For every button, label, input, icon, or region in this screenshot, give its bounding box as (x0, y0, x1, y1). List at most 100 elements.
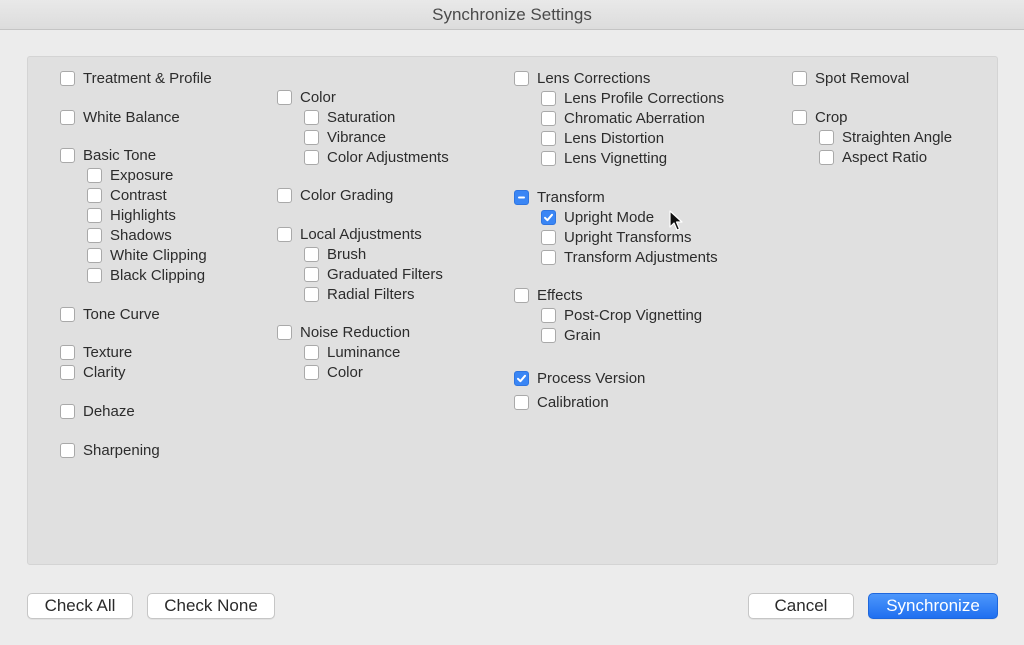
checkmark-icon (517, 374, 526, 382)
checkbox-box[interactable] (277, 89, 292, 105)
checkbox-box[interactable] (304, 286, 319, 302)
arrow-cursor-icon (669, 210, 683, 231)
checkbox-post-crop-vignetting[interactable]: Post-Crop Vignetting (541, 305, 702, 325)
checkbox-box[interactable] (514, 287, 529, 303)
checkbox-straighten-angle[interactable]: Straighten Angle (819, 127, 952, 147)
checkbox-contrast[interactable]: Contrast (87, 185, 167, 205)
checkbox-box[interactable] (541, 150, 556, 166)
checkbox-box[interactable] (819, 149, 834, 165)
checkbox-box[interactable] (277, 187, 292, 203)
checkbox-box[interactable] (87, 227, 102, 243)
checkbox-clarity[interactable]: Clarity (60, 362, 126, 382)
checkbox-box[interactable] (514, 370, 529, 386)
checkbox-box[interactable] (277, 324, 292, 340)
checkbox-box[interactable] (541, 327, 556, 343)
checkbox-box[interactable] (60, 70, 75, 86)
checkbox-black-clipping[interactable]: Black Clipping (87, 265, 205, 285)
checkbox-tone-curve[interactable]: Tone Curve (60, 304, 160, 324)
checkbox-spot-removal[interactable]: Spot Removal (792, 68, 909, 88)
checkbox-process-version[interactable]: Process Version (514, 368, 645, 388)
checkbox-label: Lens Profile Corrections (564, 89, 725, 107)
checkbox-label: Exposure (110, 166, 174, 184)
checkbox-box[interactable] (514, 70, 529, 86)
checkbox-box[interactable] (792, 70, 807, 86)
checkbox-box[interactable] (514, 394, 529, 410)
checkbox-lens-vignetting[interactable]: Lens Vignetting (541, 148, 667, 168)
checkbox-box[interactable] (60, 403, 75, 419)
checkbox-color-grading[interactable]: Color Grading (277, 185, 393, 205)
checkbox-crop[interactable]: Crop (792, 107, 848, 127)
checkbox-box[interactable] (87, 187, 102, 203)
checkbox-box[interactable] (60, 344, 75, 360)
checkbox-box[interactable] (541, 209, 556, 225)
checkbox-highlights[interactable]: Highlights (87, 205, 176, 225)
checkbox-noise-reduction[interactable]: Noise Reduction (277, 322, 410, 342)
checkbox-box[interactable] (60, 442, 75, 458)
checkbox-box[interactable] (60, 306, 75, 322)
checkbox-box[interactable] (87, 267, 102, 283)
checkbox-color[interactable]: Color (277, 87, 336, 107)
checkbox-box[interactable] (541, 90, 556, 106)
checkbox-label: Upright Mode (564, 208, 655, 226)
checkbox-local-adjustments[interactable]: Local Adjustments (277, 224, 422, 244)
cancel-button[interactable]: Cancel (748, 593, 854, 619)
checkbox-luminance[interactable]: Luminance (304, 342, 400, 362)
checkbox-color-adjustments[interactable]: Color Adjustments (304, 147, 449, 167)
checkbox-box[interactable] (304, 149, 319, 165)
window-title: Synchronize Settings (0, 0, 1024, 30)
check-none-button[interactable]: Check None (147, 593, 275, 619)
checkbox-box[interactable] (792, 109, 807, 125)
checkbox-radial-filters[interactable]: Radial Filters (304, 284, 415, 304)
checkbox-label: Post-Crop Vignetting (564, 306, 703, 324)
checkbox-box[interactable] (514, 189, 529, 205)
checkbox-box[interactable] (277, 226, 292, 242)
checkbox-grain[interactable]: Grain (541, 325, 601, 345)
checkbox-chromatic-aberration[interactable]: Chromatic Aberration (541, 108, 705, 128)
checkbox-transform[interactable]: Transform (514, 187, 605, 207)
checkbox-effects[interactable]: Effects (514, 285, 583, 305)
checkbox-box[interactable] (60, 109, 75, 125)
checkbox-basic-tone[interactable]: Basic Tone (60, 145, 156, 165)
checkbox-shadows[interactable]: Shadows (87, 225, 172, 245)
checkbox-lens-corrections[interactable]: Lens Corrections (514, 68, 650, 88)
check-all-button[interactable]: Check All (27, 593, 133, 619)
checkbox-box[interactable] (60, 364, 75, 380)
checkbox-graduated-filters[interactable]: Graduated Filters (304, 264, 443, 284)
checkbox-label: Color Grading (300, 186, 394, 204)
checkbox-treatment-profile[interactable]: Treatment & Profile (60, 68, 212, 88)
checkbox-label: Clarity (83, 363, 126, 381)
checkbox-box[interactable] (304, 246, 319, 262)
checkbox-box[interactable] (304, 266, 319, 282)
checkbox-box[interactable] (541, 130, 556, 146)
checkbox-box[interactable] (87, 247, 102, 263)
checkbox-box[interactable] (541, 307, 556, 323)
checkbox-vibrance[interactable]: Vibrance (304, 127, 386, 147)
checkbox-box[interactable] (87, 207, 102, 223)
checkbox-box[interactable] (304, 129, 319, 145)
checkbox-box[interactable] (541, 229, 556, 245)
checkbox-exposure[interactable]: Exposure (87, 165, 173, 185)
checkbox-aspect-ratio[interactable]: Aspect Ratio (819, 147, 927, 167)
checkbox-lens-profile-corrections[interactable]: Lens Profile Corrections (541, 88, 724, 108)
checkbox-brush[interactable]: Brush (304, 244, 366, 264)
checkbox-box[interactable] (60, 147, 75, 163)
checkbox-sharpening[interactable]: Sharpening (60, 440, 160, 460)
checkbox-texture[interactable]: Texture (60, 342, 132, 362)
synchronize-button[interactable]: Synchronize (868, 593, 998, 619)
checkbox-noise-color[interactable]: Color (304, 362, 363, 382)
checkbox-box[interactable] (304, 364, 319, 380)
checkbox-calibration[interactable]: Calibration (514, 392, 609, 412)
checkbox-upright-mode[interactable]: Upright Mode (541, 207, 654, 227)
checkbox-box[interactable] (87, 167, 102, 183)
checkbox-box[interactable] (304, 344, 319, 360)
checkbox-saturation[interactable]: Saturation (304, 107, 395, 127)
checkbox-white-balance[interactable]: White Balance (60, 107, 180, 127)
checkbox-box[interactable] (819, 129, 834, 145)
checkbox-box[interactable] (304, 109, 319, 125)
checkbox-transform-adjustments[interactable]: Transform Adjustments (541, 247, 718, 267)
checkbox-white-clipping[interactable]: White Clipping (87, 245, 207, 265)
checkbox-box[interactable] (541, 110, 556, 126)
checkbox-dehaze[interactable]: Dehaze (60, 401, 135, 421)
checkbox-lens-distortion[interactable]: Lens Distortion (541, 128, 664, 148)
checkbox-box[interactable] (541, 249, 556, 265)
